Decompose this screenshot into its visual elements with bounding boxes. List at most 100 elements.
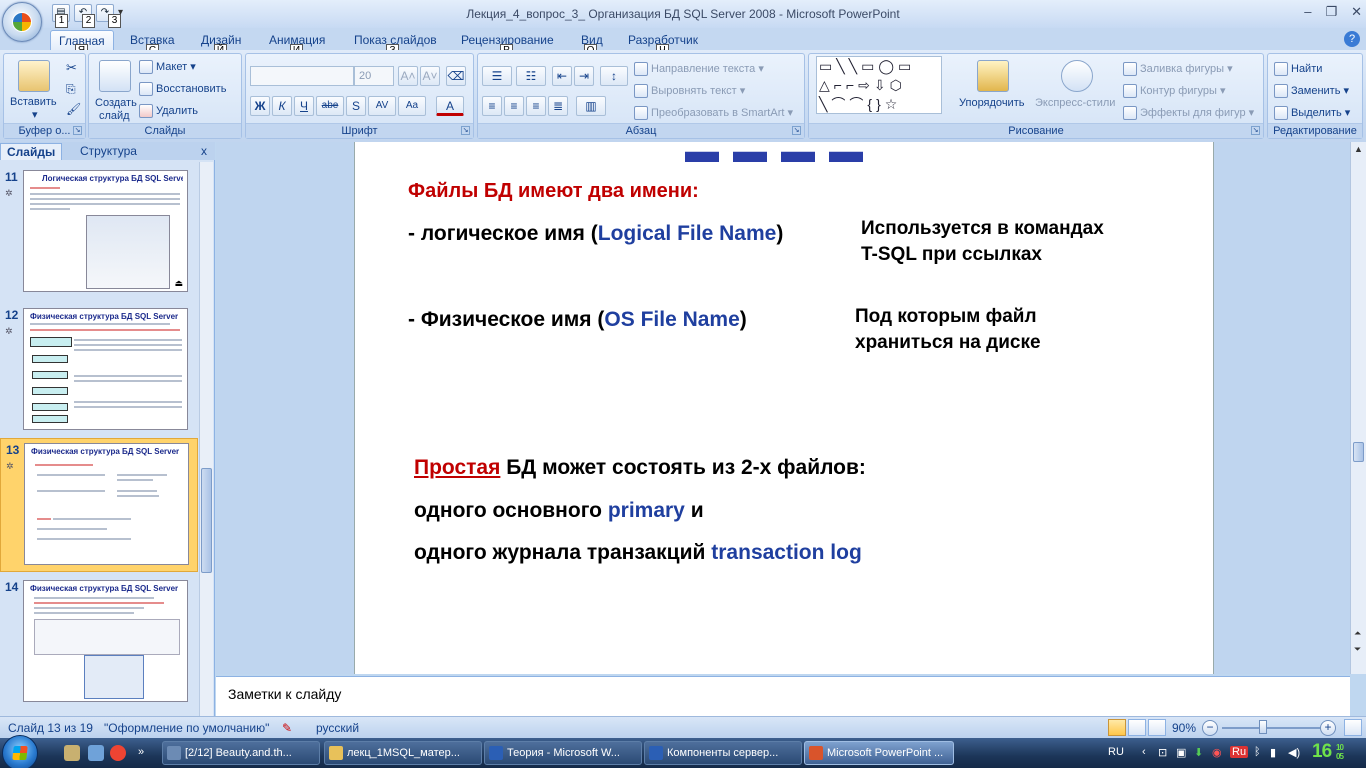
close-icon[interactable]: ✕ — [1351, 4, 1362, 20]
thumbnail-row[interactable]: 11 ✲ Логическая структура БД SQL Server … — [0, 166, 198, 296]
font-launcher-icon[interactable]: ↘ — [461, 126, 470, 135]
office-button[interactable] — [2, 2, 42, 42]
quick-launch-more-icon[interactable]: » — [138, 746, 144, 758]
zoom-out-icon[interactable]: − — [1202, 720, 1218, 736]
align-left-icon[interactable]: ≡ — [482, 96, 502, 116]
layout-button[interactable]: Макет ▾ — [139, 60, 196, 75]
notes-pane[interactable]: Заметки к слайду — [216, 676, 1350, 716]
network-icon[interactable]: ⊡ — [1158, 746, 1167, 759]
taskbar-item[interactable]: лекц_1MSQL_матер... — [324, 741, 482, 765]
grow-font-icon[interactable]: A˄ — [398, 66, 418, 86]
help-icon[interactable]: ? — [1344, 31, 1360, 47]
strike-button[interactable]: abe — [316, 96, 344, 116]
quick-launch-folder-icon[interactable] — [64, 745, 80, 761]
char-spacing-button[interactable]: AV — [368, 96, 396, 116]
reset-button[interactable]: Восстановить — [139, 82, 226, 96]
font-color-button[interactable]: A — [436, 96, 464, 116]
thumbnail-row[interactable]: 14 Физическая структура БД SQL Server — [0, 576, 198, 706]
underline-button[interactable]: Ч — [294, 96, 314, 116]
maximize-icon[interactable]: ❐ — [1325, 4, 1337, 20]
columns-icon[interactable]: ▥ — [576, 96, 606, 116]
clipboard-launcher-icon[interactable]: ↘ — [73, 126, 82, 135]
align-text-button[interactable]: Выровнять текст ▾ — [634, 84, 745, 99]
quick-launch-desktop-icon[interactable] — [88, 745, 104, 761]
replace-button[interactable]: Заменить ▾ — [1274, 84, 1349, 99]
paste-dropdown-icon[interactable]: ▾ — [32, 108, 38, 121]
download-icon[interactable]: ⬇ — [1194, 746, 1203, 759]
quick-launch-opera-icon[interactable] — [110, 745, 126, 761]
taskbar-item[interactable]: [2/12] Beauty.and.th... — [162, 741, 320, 765]
italic-button[interactable]: К — [272, 96, 292, 116]
delete-slide-button[interactable]: Удалить — [139, 104, 198, 118]
zoom-slider[interactable] — [1222, 727, 1320, 729]
slide-thumbnail[interactable]: Физическая структура БД SQL Server — [24, 443, 189, 565]
taskbar-item[interactable]: Теория - Microsoft W... — [484, 741, 642, 765]
battery-icon[interactable]: ▮ — [1270, 746, 1276, 759]
taskbar-item[interactable]: Компоненты сервер... — [644, 741, 802, 765]
arrange-button[interactable]: Упорядочить — [959, 97, 1024, 109]
paste-button[interactable]: Вставить — [10, 96, 57, 108]
shape-effects-button[interactable]: Эффекты для фигур ▾ — [1123, 106, 1254, 121]
start-button[interactable] — [2, 735, 38, 768]
change-case-button[interactable]: Aa — [398, 96, 426, 116]
tab-slides[interactable]: Слайды — [0, 143, 63, 160]
bullets-icon[interactable]: ☰ — [482, 66, 512, 86]
font-name-input[interactable] — [250, 66, 354, 86]
scroll-next-slide-icon[interactable]: ⏷ — [1354, 644, 1361, 655]
drawing-launcher-icon[interactable]: ↘ — [1251, 126, 1260, 135]
shape-fill-button[interactable]: Заливка фигуры ▾ — [1123, 62, 1233, 77]
slide-thumbnail[interactable]: Логическая структура БД SQL Server ⏏ — [23, 170, 188, 292]
smartart-button[interactable]: Преобразовать в SmartArt ▾ — [634, 106, 793, 121]
scroll-up-icon[interactable]: ▲ — [1354, 144, 1363, 154]
decrease-indent-icon[interactable]: ⇤ — [552, 66, 572, 86]
language[interactable]: русский — [316, 721, 359, 735]
normal-view-icon[interactable] — [1108, 719, 1126, 736]
zoom-slider-knob[interactable] — [1259, 720, 1267, 734]
spellcheck-icon[interactable]: ✎ — [282, 721, 292, 735]
find-button[interactable]: Найти — [1274, 62, 1322, 76]
select-button[interactable]: Выделить ▾ — [1274, 106, 1350, 121]
shrink-font-icon[interactable]: A˅ — [420, 66, 440, 86]
minimize-icon[interactable]: – — [1304, 4, 1311, 20]
quick-styles-icon[interactable] — [1061, 60, 1093, 92]
align-center-icon[interactable]: ≡ — [504, 96, 524, 116]
slide-thumbnail[interactable]: Физическая структура БД SQL Server — [23, 308, 188, 430]
tab-outline[interactable]: Структура — [74, 143, 143, 160]
tray-app-icon[interactable]: ▣ — [1176, 746, 1186, 759]
keyboard-layout-indicator[interactable]: Ru — [1230, 746, 1249, 758]
shadow-button[interactable]: S — [346, 96, 366, 116]
zoom-level[interactable]: 90% — [1172, 721, 1196, 735]
slide-thumbnail[interactable]: Физическая структура БД SQL Server — [23, 580, 188, 702]
paste-icon[interactable] — [18, 60, 50, 92]
tray-expand-icon[interactable]: ‹ — [1142, 746, 1146, 758]
arrange-icon[interactable] — [977, 60, 1009, 92]
opera-tray-icon[interactable]: ◉ — [1212, 746, 1222, 759]
slide-scroll-thumb[interactable] — [1353, 442, 1364, 462]
fit-to-window-icon[interactable] — [1344, 719, 1362, 736]
bluetooth-icon[interactable]: ᛒ — [1254, 746, 1261, 758]
slideshow-view-icon[interactable] — [1148, 719, 1166, 736]
quick-styles-button[interactable]: Экспресс-стили — [1035, 97, 1115, 109]
paragraph-launcher-icon[interactable]: ↘ — [792, 126, 801, 135]
slide-vertical-scrollbar[interactable]: ▲ ⏶ ⏷ — [1350, 142, 1366, 674]
format-painter-icon[interactable]: 🖌 — [66, 102, 81, 116]
clock[interactable]: 16 10 05 — [1312, 741, 1344, 763]
language-indicator[interactable]: RU — [1108, 746, 1124, 758]
justify-icon[interactable]: ≣ — [548, 96, 568, 116]
text-direction-button[interactable]: Направление текста ▾ — [634, 62, 764, 77]
shape-outline-button[interactable]: Контур фигуры ▾ — [1123, 84, 1226, 99]
slide-sorter-icon[interactable] — [1128, 719, 1146, 736]
scroll-prev-slide-icon[interactable]: ⏶ — [1354, 628, 1361, 639]
new-slide-label-2[interactable]: слайд — [99, 110, 130, 122]
font-size-input[interactable]: 20 — [354, 66, 394, 86]
numbering-icon[interactable]: ☷ — [516, 66, 546, 86]
volume-icon[interactable]: ◀) — [1288, 746, 1300, 759]
theme-name[interactable]: "Оформление по умолчанию" — [104, 721, 269, 735]
taskbar-item-active[interactable]: Microsoft PowerPoint ... — [804, 741, 954, 765]
line-spacing-icon[interactable]: ↕ — [600, 66, 628, 86]
slide-canvas[interactable]: ▬▬▬▬ Файлы БД имеют два имени: - логичес… — [354, 138, 1214, 674]
new-slide-icon[interactable] — [99, 60, 131, 92]
bold-button[interactable]: Ж — [250, 96, 270, 116]
panel-scroll-thumb[interactable] — [201, 468, 212, 573]
shapes-gallery[interactable]: ▭╲╲▭◯▭ △⌐⌐⇨⇩⬡ ╲⌒⌒{}☆ — [816, 56, 942, 114]
